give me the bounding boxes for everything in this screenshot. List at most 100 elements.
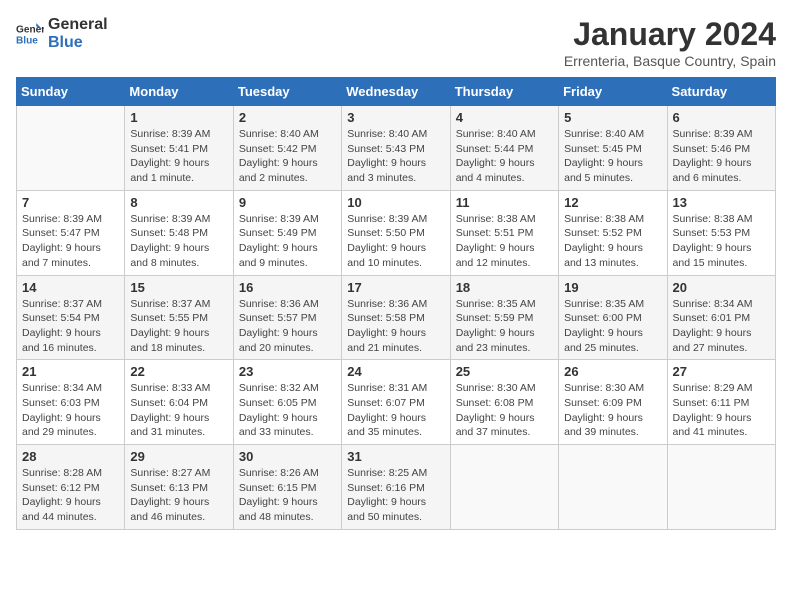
calendar-cell — [17, 106, 125, 191]
day-info: Sunrise: 8:36 AMSunset: 5:58 PMDaylight:… — [347, 297, 444, 356]
calendar-cell: 16 Sunrise: 8:36 AMSunset: 5:57 PMDayligh… — [233, 275, 341, 360]
calendar-cell: 5 Sunrise: 8:40 AMSunset: 5:45 PMDaylight… — [559, 106, 667, 191]
svg-text:Blue: Blue — [16, 35, 38, 46]
logo: General Blue General Blue — [16, 16, 108, 51]
day-number: 13 — [673, 195, 770, 210]
day-number: 1 — [130, 110, 227, 125]
day-number: 18 — [456, 280, 553, 295]
day-info: Sunrise: 8:34 AMSunset: 6:03 PMDaylight:… — [22, 381, 119, 440]
logo-icon: General Blue — [16, 20, 44, 48]
day-info: Sunrise: 8:39 AMSunset: 5:49 PMDaylight:… — [239, 212, 336, 271]
day-number: 27 — [673, 364, 770, 379]
day-info: Sunrise: 8:40 AMSunset: 5:42 PMDaylight:… — [239, 127, 336, 186]
calendar-cell: 11Sunrise: 8:38 AMSunset: 5:51 PMDayligh… — [450, 190, 558, 275]
calendar-week-row: 7Sunrise: 8:39 AMSunset: 5:47 PMDaylight… — [17, 190, 776, 275]
calendar-cell: 1 Sunrise: 8:39 AMSunset: 5:41 PMDaylight… — [125, 106, 233, 191]
title-area: January 2024 Errenteria, Basque Country,… — [564, 16, 776, 69]
calendar-body: 1 Sunrise: 8:39 AMSunset: 5:41 PMDaylight… — [17, 106, 776, 530]
day-info: Sunrise: 8:30 AMSunset: 6:08 PMDaylight:… — [456, 381, 553, 440]
calendar-cell: 28 Sunrise: 8:28 AMSunset: 6:12 PMDayligh… — [17, 445, 125, 530]
calendar-cell: 7Sunrise: 8:39 AMSunset: 5:47 PMDaylight… — [17, 190, 125, 275]
calendar-cell: 18Sunrise: 8:35 AMSunset: 5:59 PMDayligh… — [450, 275, 558, 360]
day-number: 17 — [347, 280, 444, 295]
day-info: Sunrise: 8:37 AMSunset: 5:54 PMDaylight:… — [22, 297, 119, 356]
day-info: Sunrise: 8:30 AMSunset: 6:09 PMDaylight:… — [564, 381, 661, 440]
calendar-cell: 24 Sunrise: 8:31 AMSunset: 6:07 PMDayligh… — [342, 360, 450, 445]
day-number: 21 — [22, 364, 119, 379]
calendar-cell: 27 Sunrise: 8:29 AMSunset: 6:11 PMDayligh… — [667, 360, 775, 445]
day-number: 8 — [130, 195, 227, 210]
calendar-cell: 30Sunrise: 8:26 AMSunset: 6:15 PMDayligh… — [233, 445, 341, 530]
day-info: Sunrise: 8:39 AMSunset: 5:48 PMDaylight:… — [130, 212, 227, 271]
day-number: 15 — [130, 280, 227, 295]
calendar-cell: 13 Sunrise: 8:38 AMSunset: 5:53 PMDayligh… — [667, 190, 775, 275]
day-info: Sunrise: 8:39 AMSunset: 5:46 PMDaylight:… — [673, 127, 770, 186]
logo-text-general: General — [48, 16, 108, 34]
day-number: 9 — [239, 195, 336, 210]
day-number: 24 — [347, 364, 444, 379]
day-info: Sunrise: 8:39 AMSunset: 5:50 PMDaylight:… — [347, 212, 444, 271]
day-info: Sunrise: 8:40 AMSunset: 5:45 PMDaylight:… — [564, 127, 661, 186]
day-info: Sunrise: 8:38 AMSunset: 5:52 PMDaylight:… — [564, 212, 661, 271]
calendar-week-row: 28 Sunrise: 8:28 AMSunset: 6:12 PMDayligh… — [17, 445, 776, 530]
calendar-cell: 8 Sunrise: 8:39 AMSunset: 5:48 PMDaylight… — [125, 190, 233, 275]
day-number: 30 — [239, 449, 336, 464]
weekday-header-cell: Wednesday — [342, 78, 450, 106]
calendar-cell: 23 Sunrise: 8:32 AMSunset: 6:05 PMDayligh… — [233, 360, 341, 445]
day-number: 20 — [673, 280, 770, 295]
weekday-header-cell: Sunday — [17, 78, 125, 106]
day-number: 5 — [564, 110, 661, 125]
weekday-header-cell: Thursday — [450, 78, 558, 106]
calendar-cell: 10 Sunrise: 8:39 AMSunset: 5:50 PMDayligh… — [342, 190, 450, 275]
day-info: Sunrise: 8:38 AMSunset: 5:53 PMDaylight:… — [673, 212, 770, 271]
day-number: 7 — [22, 195, 119, 210]
day-info: Sunrise: 8:33 AMSunset: 6:04 PMDaylight:… — [130, 381, 227, 440]
calendar-cell: 25Sunrise: 8:30 AMSunset: 6:08 PMDayligh… — [450, 360, 558, 445]
day-number: 12 — [564, 195, 661, 210]
day-number: 22 — [130, 364, 227, 379]
calendar-cell: 20Sunrise: 8:34 AMSunset: 6:01 PMDayligh… — [667, 275, 775, 360]
day-number: 16 — [239, 280, 336, 295]
calendar-cell: 3 Sunrise: 8:40 AMSunset: 5:43 PMDaylight… — [342, 106, 450, 191]
calendar-week-row: 14 Sunrise: 8:37 AMSunset: 5:54 PMDayligh… — [17, 275, 776, 360]
calendar-cell: 22 Sunrise: 8:33 AMSunset: 6:04 PMDayligh… — [125, 360, 233, 445]
day-number: 6 — [673, 110, 770, 125]
day-info: Sunrise: 8:31 AMSunset: 6:07 PMDaylight:… — [347, 381, 444, 440]
calendar-cell: 29 Sunrise: 8:27 AMSunset: 6:13 PMDayligh… — [125, 445, 233, 530]
calendar-table: SundayMondayTuesdayWednesdayThursdayFrid… — [16, 77, 776, 530]
svg-text:General: General — [16, 24, 44, 35]
calendar-cell — [559, 445, 667, 530]
calendar-week-row: 21 Sunrise: 8:34 AMSunset: 6:03 PMDayligh… — [17, 360, 776, 445]
calendar-cell — [450, 445, 558, 530]
day-info: Sunrise: 8:40 AMSunset: 5:43 PMDaylight:… — [347, 127, 444, 186]
day-number: 10 — [347, 195, 444, 210]
weekday-header-cell: Saturday — [667, 78, 775, 106]
logo-text-blue: Blue — [48, 34, 108, 52]
day-info: Sunrise: 8:40 AMSunset: 5:44 PMDaylight:… — [456, 127, 553, 186]
day-info: Sunrise: 8:27 AMSunset: 6:13 PMDaylight:… — [130, 466, 227, 525]
calendar-week-row: 1 Sunrise: 8:39 AMSunset: 5:41 PMDaylight… — [17, 106, 776, 191]
day-info: Sunrise: 8:29 AMSunset: 6:11 PMDaylight:… — [673, 381, 770, 440]
calendar-cell: 26Sunrise: 8:30 AMSunset: 6:09 PMDayligh… — [559, 360, 667, 445]
day-number: 3 — [347, 110, 444, 125]
calendar-cell: 9 Sunrise: 8:39 AMSunset: 5:49 PMDaylight… — [233, 190, 341, 275]
calendar-cell: 12 Sunrise: 8:38 AMSunset: 5:52 PMDayligh… — [559, 190, 667, 275]
calendar-title: January 2024 — [564, 16, 776, 53]
day-info: Sunrise: 8:25 AMSunset: 6:16 PMDaylight:… — [347, 466, 444, 525]
day-number: 29 — [130, 449, 227, 464]
day-info: Sunrise: 8:39 AMSunset: 5:41 PMDaylight:… — [130, 127, 227, 186]
day-info: Sunrise: 8:28 AMSunset: 6:12 PMDaylight:… — [22, 466, 119, 525]
day-info: Sunrise: 8:32 AMSunset: 6:05 PMDaylight:… — [239, 381, 336, 440]
day-number: 2 — [239, 110, 336, 125]
calendar-cell — [667, 445, 775, 530]
day-number: 14 — [22, 280, 119, 295]
day-number: 28 — [22, 449, 119, 464]
calendar-cell: 6 Sunrise: 8:39 AMSunset: 5:46 PMDaylight… — [667, 106, 775, 191]
day-number: 23 — [239, 364, 336, 379]
calendar-cell: 15Sunrise: 8:37 AMSunset: 5:55 PMDayligh… — [125, 275, 233, 360]
calendar-subtitle: Errenteria, Basque Country, Spain — [564, 53, 776, 69]
day-info: Sunrise: 8:36 AMSunset: 5:57 PMDaylight:… — [239, 297, 336, 356]
weekday-header-cell: Friday — [559, 78, 667, 106]
day-number: 4 — [456, 110, 553, 125]
weekday-header-cell: Monday — [125, 78, 233, 106]
